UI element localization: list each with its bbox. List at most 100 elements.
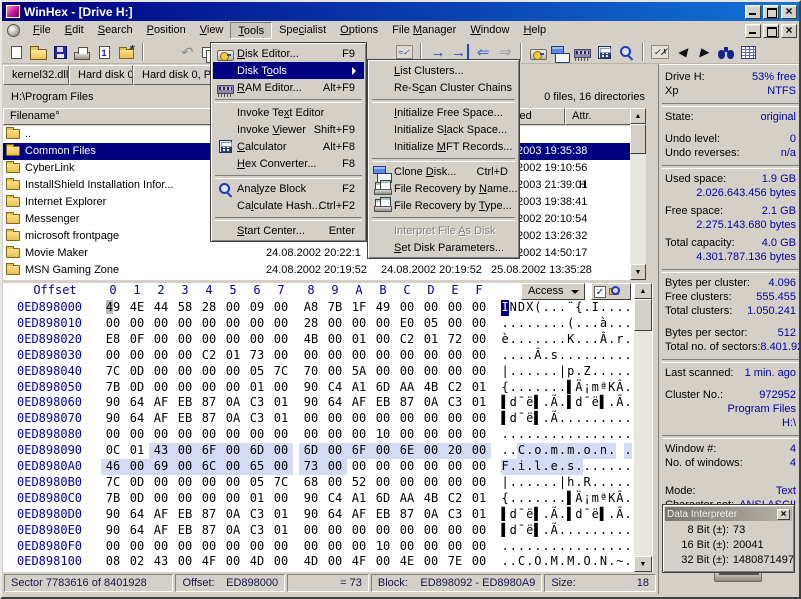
hex-char[interactable]: ▌ (567, 491, 575, 507)
hex-byte[interactable]: 00 (467, 348, 491, 364)
hex-char[interactable]: . (509, 443, 517, 459)
hex-byte[interactable]: 00 (371, 443, 395, 459)
hex-byte[interactable]: 00 (173, 491, 197, 507)
hex-byte[interactable]: 4E (125, 300, 149, 316)
menu-item-initialize-free-space[interactable]: Initialize Free Space... (370, 104, 517, 121)
hex-char[interactable]: . (624, 316, 632, 332)
hex-char[interactable]: . (550, 539, 558, 555)
hex-char[interactable]: . (517, 427, 525, 443)
hex-byte[interactable]: 52 (347, 475, 371, 491)
hex-char[interactable]: . (608, 507, 616, 523)
hex-byte[interactable]: 72 (443, 332, 467, 348)
hex-byte[interactable]: 00 (245, 539, 269, 555)
hex-byte[interactable]: 43 (149, 443, 173, 459)
hex-byte[interactable]: 00 (467, 427, 491, 443)
hex-byte[interactable]: 01 (467, 380, 491, 396)
file-list-scroll-thumb[interactable] (630, 124, 646, 154)
hex-char[interactable]: . (526, 380, 534, 396)
hex-byte[interactable]: 00 (269, 380, 293, 396)
print-button[interactable] (71, 42, 93, 62)
hex-char[interactable]: . (509, 539, 517, 555)
scroll-up-icon[interactable]: ▲ (634, 283, 652, 299)
menu-item-interpret-file-as-disk[interactable]: Interpret File As Disk (370, 222, 517, 239)
hex-byte[interactable]: 10 (371, 427, 395, 443)
hex-char[interactable]: Â (616, 380, 624, 396)
hex-byte[interactable]: 00 (467, 523, 491, 539)
grid-button[interactable] (737, 42, 759, 62)
hex-char[interactable]: . (558, 348, 566, 364)
hex-char[interactable]: . (575, 523, 583, 539)
hex-byte[interactable]: 01 (269, 523, 293, 539)
hex-byte[interactable]: 00 (269, 491, 293, 507)
hex-byte[interactable]: 05 (245, 475, 269, 491)
restore-button[interactable] (763, 5, 779, 19)
menu-item-ram-editor[interactable]: RAM Editor...Alt+F9 (213, 79, 364, 96)
hex-byte[interactable]: 00 (173, 364, 197, 380)
hex-byte[interactable]: E0 (395, 316, 419, 332)
hex-byte[interactable]: 08 (101, 554, 125, 570)
hex-char[interactable]: . (526, 491, 534, 507)
hex-byte[interactable]: 00 (221, 300, 245, 316)
hex-byte[interactable]: 00 (395, 364, 419, 380)
hex-byte[interactable]: 00 (467, 554, 491, 570)
hex-byte[interactable]: 00 (149, 427, 173, 443)
hex-char[interactable]: ¯ (583, 395, 591, 411)
hex-char[interactable]: ▌ (501, 523, 509, 539)
hex-byte[interactable]: 00 (197, 364, 221, 380)
hex-byte[interactable]: 87 (197, 507, 221, 523)
hex-byte[interactable]: 00 (323, 364, 347, 380)
hex-char[interactable]: X (526, 300, 534, 316)
hex-char[interactable]: . (616, 411, 624, 427)
hex-char[interactable]: i (517, 459, 525, 475)
hex-byte[interactable]: 4F (347, 554, 371, 570)
hex-char[interactable]: . (575, 459, 583, 475)
hex-byte[interactable]: AF (149, 507, 173, 523)
hex-byte[interactable]: C3 (443, 395, 467, 411)
menu-item-clone-disk[interactable]: Clone Disk...Ctrl+D (370, 163, 517, 180)
hex-char[interactable]: . (526, 539, 534, 555)
hex-char[interactable]: . (534, 427, 542, 443)
hex-char[interactable]: ▌ (567, 395, 575, 411)
hex-byte[interactable]: 00 (149, 475, 173, 491)
hex-byte[interactable]: 0A (221, 411, 245, 427)
hex-byte[interactable]: 6E (395, 443, 419, 459)
hex-char[interactable]: . (608, 300, 616, 316)
hex-char[interactable]: . (517, 475, 525, 491)
hex-byte[interactable]: 00 (149, 316, 173, 332)
hex-byte[interactable]: 00 (269, 316, 293, 332)
hex-char[interactable]: ¯ (583, 507, 591, 523)
file-list-scrollbar[interactable]: ▲ ▼ (630, 108, 646, 280)
hex-char[interactable]: ▌ (567, 507, 575, 523)
hex-byte[interactable]: 00 (197, 475, 221, 491)
hex-byte[interactable]: 00 (125, 459, 149, 475)
hex-char[interactable]: . (616, 300, 624, 316)
hex-byte[interactable]: 00 (221, 459, 245, 475)
hex-char[interactable]: . (558, 395, 566, 411)
hex-byte[interactable]: 00 (197, 332, 221, 348)
hex-byte[interactable]: EB (371, 507, 395, 523)
hex-char[interactable]: Ã (550, 523, 558, 539)
hex-byte[interactable]: 90 (299, 395, 323, 411)
hex-char[interactable]: . (583, 523, 591, 539)
hex-byte[interactable]: C2 (395, 332, 419, 348)
hex-byte[interactable]: 00 (323, 348, 347, 364)
hex-byte[interactable]: 01 (269, 411, 293, 427)
hex-char[interactable]: . (526, 443, 534, 459)
hex-byte[interactable]: 00 (371, 348, 395, 364)
hex-char[interactable]: K (567, 332, 575, 348)
hex-char[interactable]: ▌ (534, 411, 542, 427)
hex-char[interactable]: . (542, 332, 550, 348)
hex-char[interactable]: . (542, 507, 550, 523)
hex-char[interactable]: . (624, 459, 632, 475)
hex-char[interactable]: . (542, 300, 550, 316)
hex-char[interactable]: . (501, 316, 509, 332)
hex-byte[interactable]: 00 (419, 475, 443, 491)
hex-char[interactable]: . (624, 300, 632, 316)
hex-char[interactable]: { (501, 491, 509, 507)
hex-byte[interactable]: 01 (467, 507, 491, 523)
hex-char[interactable]: . (575, 332, 583, 348)
verify-button[interactable] (649, 42, 671, 62)
hex-char[interactable]: . (558, 300, 566, 316)
hex-char[interactable]: . (558, 427, 566, 443)
hex-byte[interactable]: 7E (443, 554, 467, 570)
